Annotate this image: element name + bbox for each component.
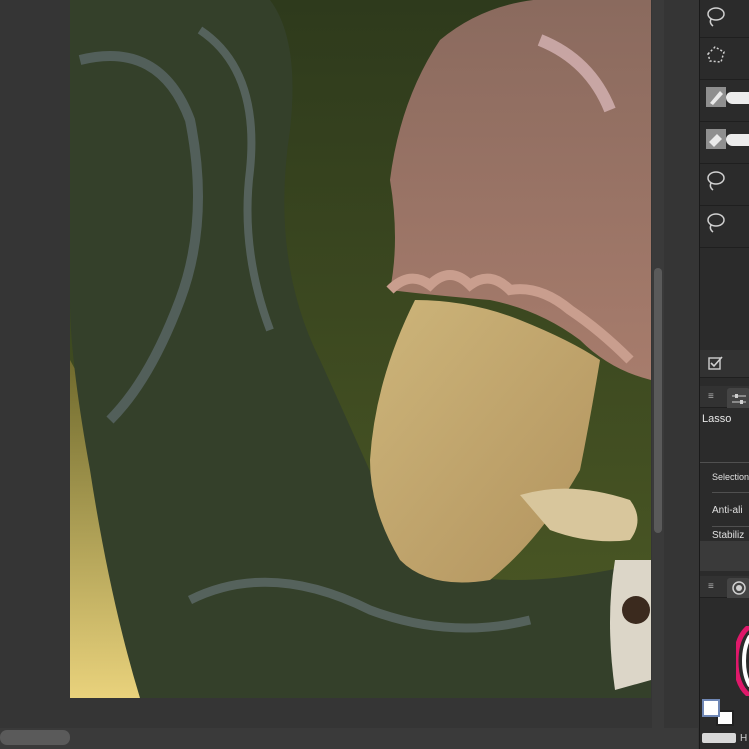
checkbox-icon[interactable] [708,355,724,371]
sliders-icon [732,394,746,404]
color-wheel-tab[interactable] [727,578,749,598]
property-selection-mode[interactable]: Selection [712,472,749,482]
menu-icon[interactable]: ≡ [708,392,717,402]
sub-tool-lasso-2[interactable] [700,164,749,206]
lasso-icon [707,7,725,27]
color-wheel-header: ≡ [700,576,749,598]
property-anti-aliasing[interactable]: Anti-ali [712,505,743,516]
horizontal-scrollbar[interactable] [0,728,698,749]
selection-eraser-icon [706,129,726,149]
lasso-icon [707,213,725,233]
main-color-swatch[interactable] [702,699,720,717]
property-stabilization[interactable]: Stabiliz [712,530,744,541]
artwork-canvas[interactable] [70,0,651,698]
canvas-margin [664,0,699,728]
illustration [70,0,651,698]
menu-icon[interactable]: ≡ [708,582,717,592]
lasso-icon [707,171,725,191]
property-field [700,541,749,571]
selection-pen-icon [706,87,726,107]
brush-stroke-preview [726,134,749,146]
divider [700,462,749,463]
sub-tool-lasso-3[interactable] [700,206,749,248]
horizontal-scrollbar-thumb[interactable] [0,730,70,745]
sub-tool-polyline-selection[interactable] [700,38,749,80]
sub-tool-panel: ≡ Lasso Selection Anti-ali Stabiliz ≡ [699,0,749,749]
tool-property-header: ≡ [700,386,749,408]
sub-tool-selection-eraser[interactable] [700,122,749,164]
polyline-selection-icon [707,46,725,63]
sub-tool-lasso[interactable] [700,0,749,38]
divider [712,492,749,493]
divider [712,526,749,527]
tool-property-tab[interactable] [727,388,749,408]
brush-stroke-preview [726,92,749,104]
sub-tool-panel-footer [700,350,749,378]
transparent-color-button[interactable] [702,733,736,743]
sub-tool-selection-pen[interactable] [700,80,749,122]
bottom-label: H [740,733,748,744]
vertical-scrollbar-thumb[interactable] [654,268,662,533]
tool-property-title: Lasso [702,413,732,425]
color-circle-icon [732,581,746,595]
color-wheel[interactable] [736,626,749,696]
